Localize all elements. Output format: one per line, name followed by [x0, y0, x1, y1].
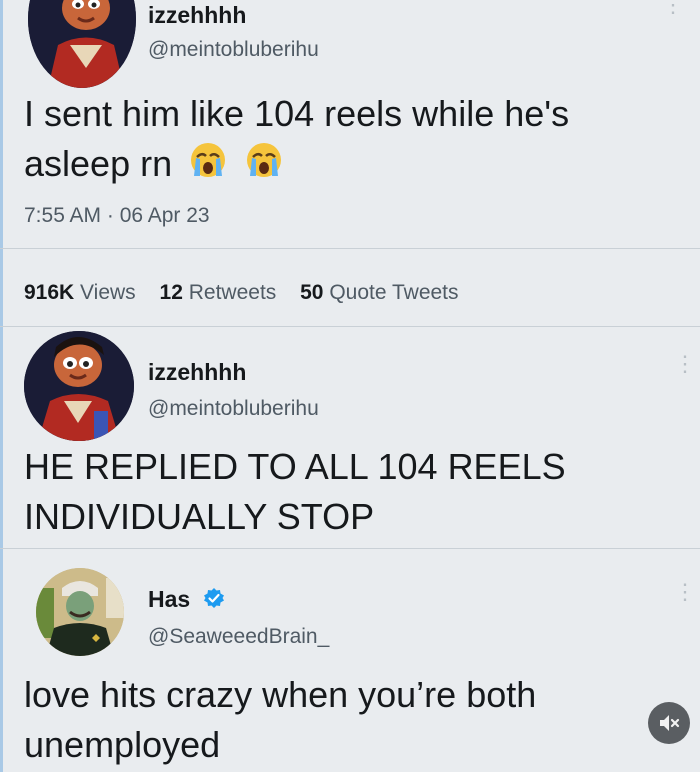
views-label: Views [80, 281, 136, 304]
quote-tweets-label: Quote Tweets [329, 281, 459, 304]
retweets-count: 12 [159, 281, 183, 304]
loudly-crying-face-icon [188, 140, 228, 193]
more-options-icon[interactable]: ⋮ [674, 353, 696, 375]
tweet-text-line: I sent him like 104 reels while he's [24, 93, 570, 134]
tweet-reply[interactable]: Has @SeaweeedBrain_ ⋮ love hits crazy wh… [0, 549, 700, 772]
quote-tweets-count: 50 [300, 281, 324, 304]
avatar-cartoon-boy-icon [28, 0, 136, 88]
avatar-cartoon-boy-icon [24, 331, 134, 441]
tweet-timestamp[interactable]: 7:55 AM · 06 Apr 23 [24, 204, 210, 228]
views-stat[interactable]: 916K Views [24, 281, 136, 304]
more-options-icon[interactable]: ⋮ [662, 0, 684, 16]
avatar[interactable] [36, 568, 124, 656]
views-count: 916K [24, 281, 75, 304]
more-options-icon[interactable]: ⋮ [674, 581, 696, 603]
display-name-with-badge[interactable]: Has [148, 586, 225, 615]
display-name[interactable]: izzehhhh [148, 359, 246, 386]
tweet-stats: 916K Views 12 Retweets 50 Quote Tweets [24, 281, 459, 305]
verified-badge-icon [203, 587, 225, 615]
tweet-main[interactable]: izzehhhh @meintobluberihu ⋮ I sent him l… [0, 0, 700, 330]
tweet-reply[interactable]: izzehhhh @meintobluberihu ⋮ HE REPLIED T… [0, 327, 700, 549]
tweet-text-line: INDIVIDUALLY STOP [24, 496, 375, 537]
display-name: Has [148, 586, 191, 612]
user-handle[interactable]: @meintobluberihu [148, 38, 319, 62]
mute-toggle-button[interactable] [648, 702, 690, 744]
avatar[interactable] [24, 331, 134, 441]
tweet-text-line: unemployed [24, 724, 221, 765]
retweets-label: Retweets [188, 281, 277, 304]
divider [0, 248, 700, 249]
quote-tweets-stat[interactable]: 50 Quote Tweets [300, 281, 458, 304]
speaker-muted-icon [660, 715, 680, 731]
display-name[interactable]: izzehhhh [148, 2, 246, 29]
avatar[interactable] [28, 0, 136, 88]
tweet-text-line: love hits crazy when you’re both [24, 674, 537, 715]
retweets-stat[interactable]: 12 Retweets [160, 281, 277, 304]
tweet-text-fragment: asleep rn [24, 143, 173, 184]
avatar-person-photo-icon [36, 568, 124, 656]
tweet-text-line: HE REPLIED TO ALL 104 REELS [24, 446, 566, 487]
user-handle[interactable]: @meintobluberihu [148, 397, 319, 421]
user-handle[interactable]: @SeaweeedBrain_ [148, 625, 329, 649]
tweet-text-line-with-emoji: asleep rn [24, 139, 284, 193]
loudly-crying-face-icon [244, 140, 284, 193]
